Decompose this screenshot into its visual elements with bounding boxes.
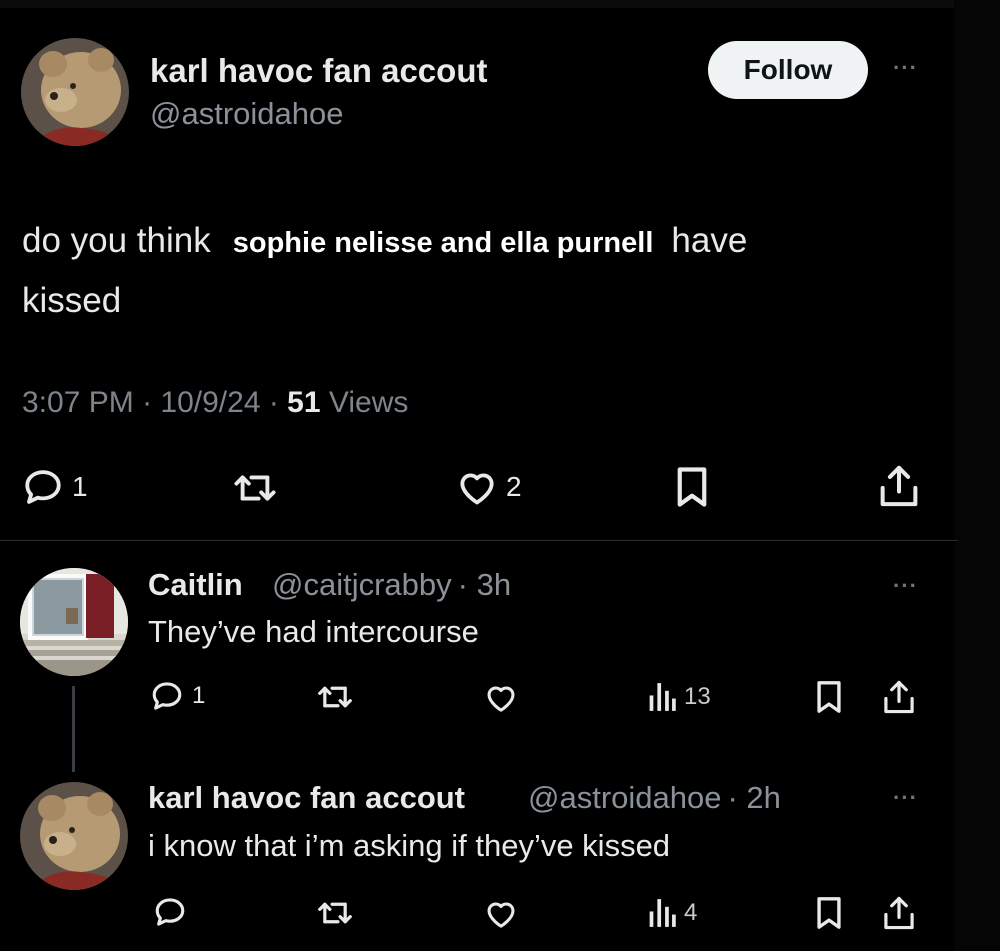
like-count: 2 — [506, 471, 522, 502]
reply-button[interactable]: 1 — [150, 679, 205, 713]
tweet-text-highlight: sophie nelisse and ella purnell — [232, 227, 654, 259]
bookmark-button[interactable] — [814, 680, 844, 714]
repost-icon — [318, 902, 352, 924]
views-icon — [649, 899, 676, 927]
views-button[interactable]: 4 — [648, 896, 697, 930]
tweet-time[interactable]: 3:07 PM — [22, 386, 134, 419]
share-button[interactable] — [879, 464, 919, 508]
views-count: 4 — [684, 899, 698, 926]
reply-author-name[interactable]: karl havoc fan accout — [148, 780, 465, 816]
like-icon — [487, 902, 515, 928]
top-bar — [0, 0, 1000, 8]
reply-text: They’ve had intercourse — [148, 614, 479, 649]
reply-icon — [155, 898, 185, 926]
tweet-text-end: have — [671, 221, 748, 260]
share-button[interactable] — [883, 679, 915, 715]
more-icon[interactable]: ··· — [893, 785, 918, 811]
reply-avatar[interactable] — [20, 568, 128, 676]
views-count: 51 — [287, 386, 321, 419]
reply-button[interactable] — [153, 895, 187, 929]
like-icon — [487, 686, 515, 712]
reply-text: i know that i’m asking if they’ve kissed — [148, 828, 671, 863]
views-label: Views — [328, 386, 409, 419]
follow-button[interactable]: Follow — [708, 41, 868, 99]
like-button[interactable]: 2 — [456, 468, 522, 506]
repost-icon — [318, 686, 352, 708]
bookmark-icon — [817, 681, 841, 713]
meta-separator: · — [133, 386, 161, 419]
like-button[interactable] — [484, 682, 518, 713]
tweet-date[interactable]: 10/9/24 — [160, 386, 260, 419]
reply-time[interactable]: · 2h — [727, 780, 780, 815]
right-edge — [954, 0, 1000, 951]
tweet-text: do you think sophie nelisse and ella purn… — [22, 212, 922, 329]
reply-avatar[interactable] — [20, 782, 128, 890]
views-count: 13 — [684, 683, 711, 710]
more-icon[interactable]: ··· — [893, 573, 918, 599]
reply-count: 1 — [72, 471, 88, 502]
more-icon[interactable]: ··· — [893, 55, 918, 81]
thread-line — [72, 686, 75, 772]
share-icon — [884, 896, 914, 930]
tweet-text-start: do you think — [22, 221, 211, 260]
like-icon — [460, 473, 494, 505]
bookmark-button[interactable] — [673, 466, 711, 508]
reply-button[interactable]: 1 — [22, 466, 88, 508]
repost-button[interactable] — [316, 897, 354, 929]
reply-count: 1 — [192, 682, 206, 709]
bookmark-button[interactable] — [814, 896, 844, 930]
bookmark-icon — [817, 897, 841, 929]
share-icon — [884, 680, 914, 714]
share-icon — [880, 465, 918, 507]
reply-handle[interactable]: @caitjcrabby — [272, 567, 452, 602]
reply-icon — [25, 470, 61, 504]
repost-button[interactable] — [232, 468, 278, 508]
bookmark-icon — [677, 467, 707, 507]
author-name[interactable]: karl havoc fan accout — [150, 52, 487, 90]
reply-handle[interactable]: @astroidahoe — [528, 780, 721, 815]
like-button[interactable] — [484, 898, 518, 929]
reply-author-handle: @caitjcrabby · 3h — [272, 567, 511, 603]
reply-author-name[interactable]: Caitlin — [148, 567, 243, 603]
author-handle[interactable]: @astroidahoe — [150, 96, 343, 132]
views-icon — [649, 683, 676, 711]
repost-button[interactable] — [316, 681, 354, 713]
repost-icon — [234, 475, 276, 501]
reply-author-handle: @astroidahoe · 2h — [528, 780, 781, 816]
divider — [0, 540, 958, 541]
reply-icon — [152, 682, 182, 710]
meta-separator: · — [260, 386, 288, 419]
author-avatar[interactable] — [21, 38, 129, 146]
views-button[interactable]: 13 — [648, 680, 711, 714]
share-button[interactable] — [883, 895, 915, 931]
reply-time[interactable]: · 3h — [458, 567, 511, 602]
tweet-text-line2: kissed — [22, 281, 122, 320]
tweet-meta: 3:07 PM · 10/9/24 · 51 Views — [22, 386, 408, 420]
